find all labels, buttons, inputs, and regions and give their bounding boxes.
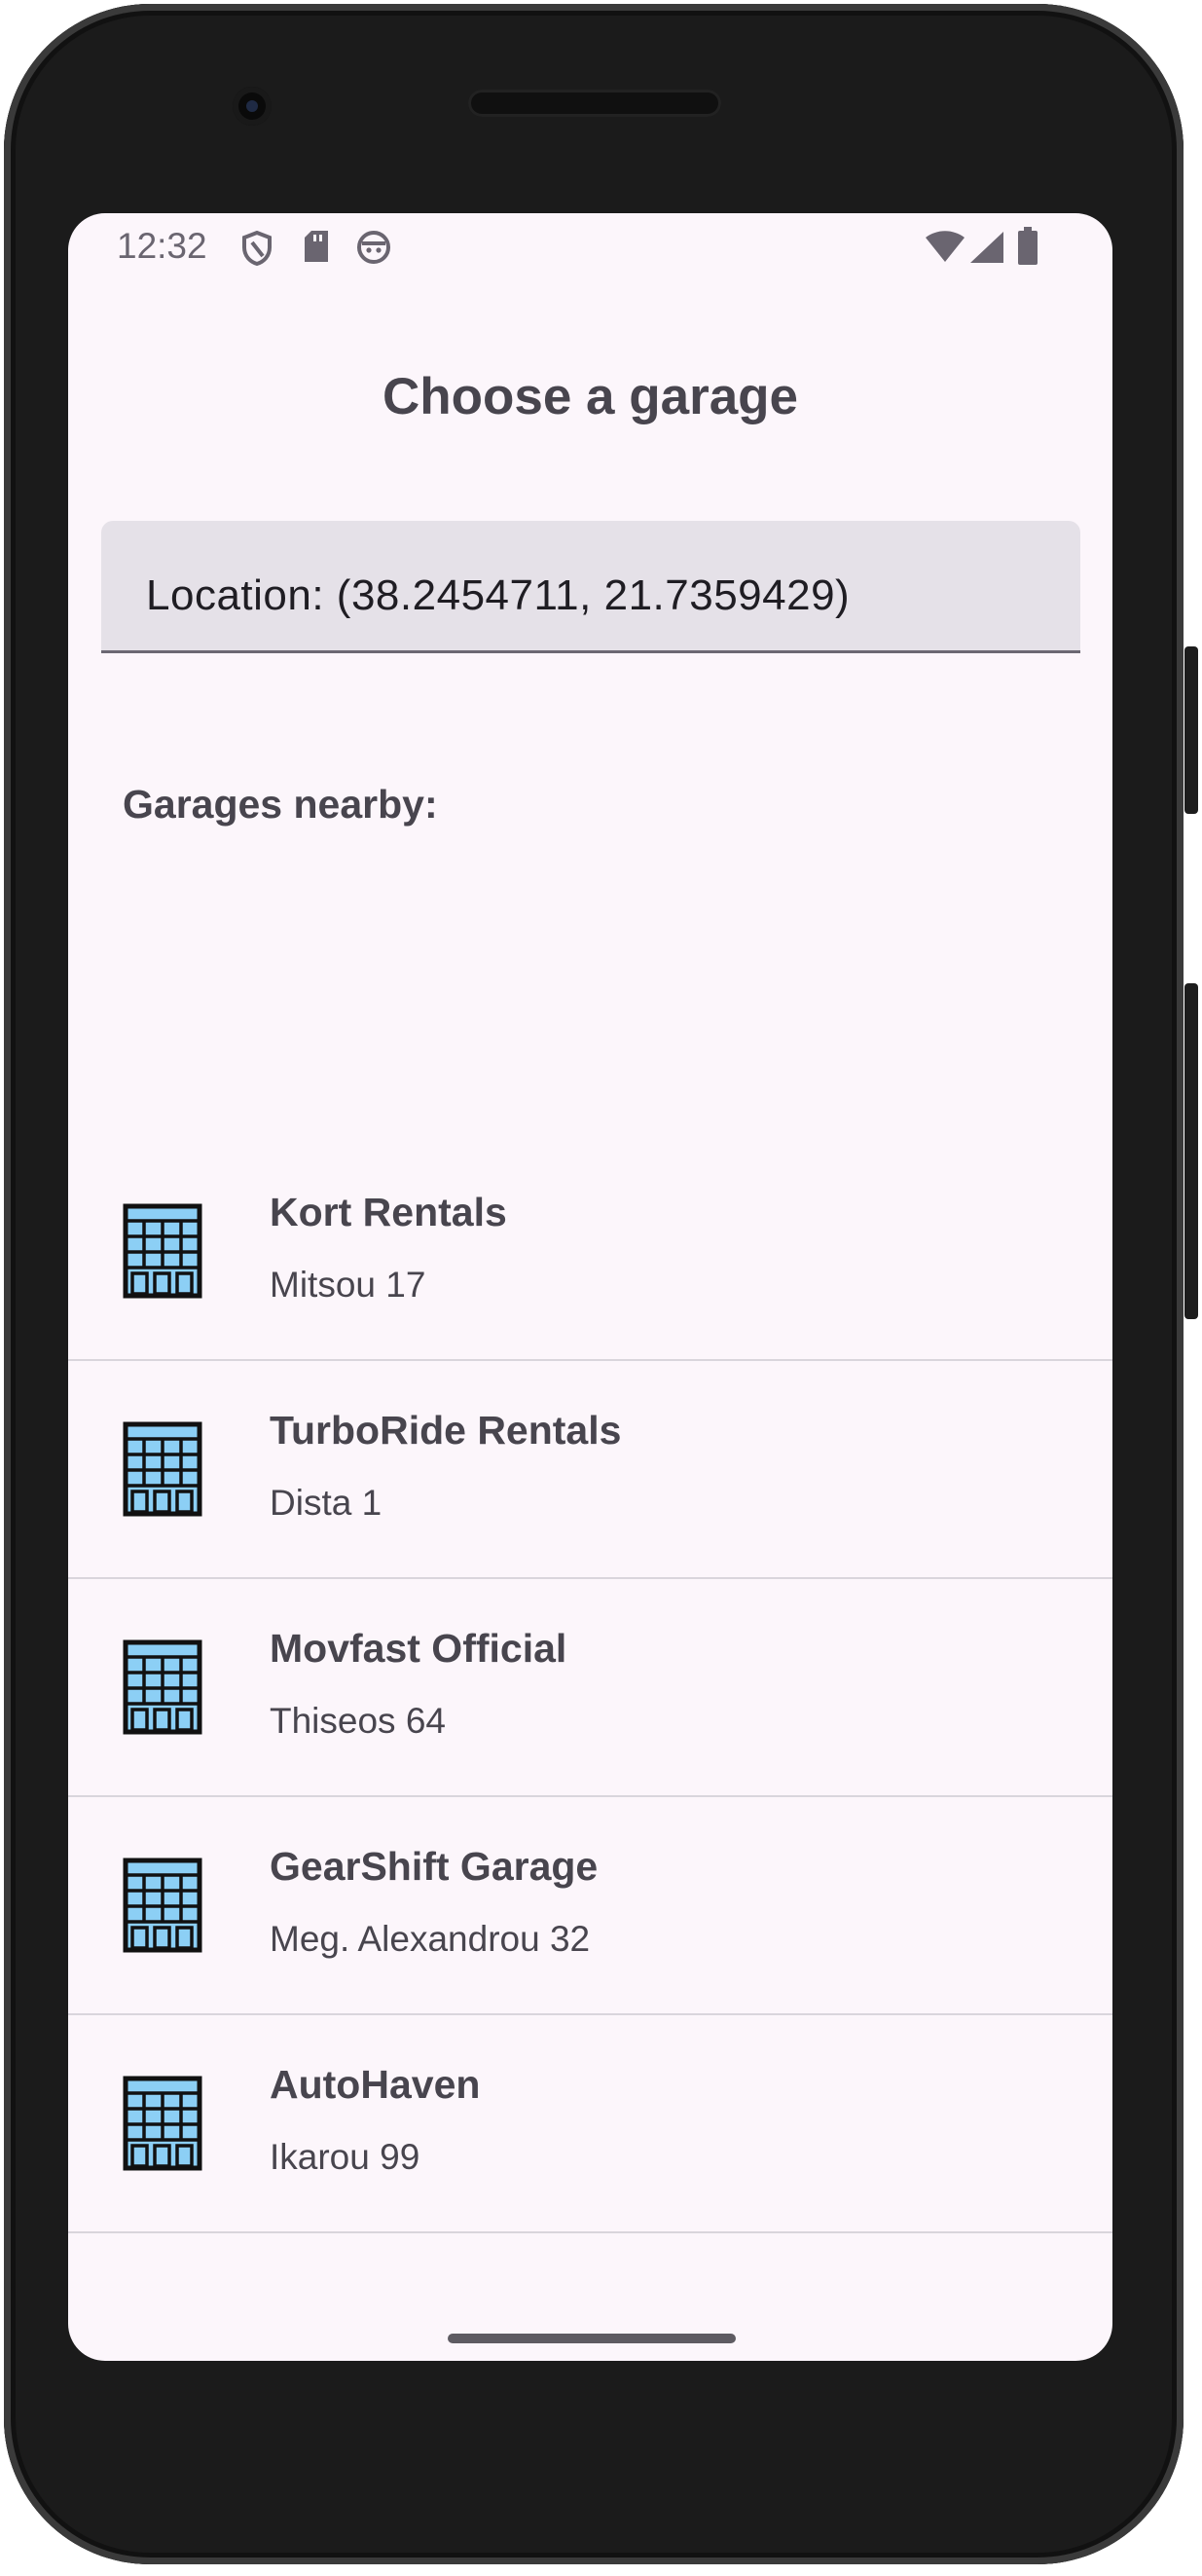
sd-card-icon (305, 231, 328, 262)
garage-list-item[interactable]: TurboRide Rentals Dista 1 (68, 1361, 1112, 1579)
garage-name: TurboRide Rentals (270, 1408, 622, 1453)
building-icon (123, 1639, 202, 1735)
building-icon (123, 2076, 202, 2171)
garage-list-item[interactable]: GearShift Garage Meg. Alexandrou 32 (68, 1797, 1112, 2015)
front-camera (233, 87, 272, 126)
android-face-icon (357, 231, 390, 264)
garage-name: Kort Rentals (270, 1190, 507, 1234)
volume-button (1184, 983, 1198, 1319)
status-time: 12:32 (117, 226, 207, 266)
garage-list-item[interactable]: AutoHaven Ikarou 99 (68, 2015, 1112, 2233)
battery-icon (1018, 227, 1038, 265)
garage-address: Thiseos 64 (270, 1701, 446, 1741)
garage-list-item[interactable]: Movfast Official Thiseos 64 (68, 1579, 1112, 1797)
garage-name: AutoHaven (270, 2062, 481, 2107)
garage-address: Dista 1 (270, 1483, 382, 1523)
garage-address: Ikarou 99 (270, 2137, 420, 2177)
power-button (1184, 646, 1198, 814)
building-icon (123, 1858, 202, 1953)
garage-list-item[interactable]: Kort Rentals Mitsou 17 (68, 1143, 1112, 1361)
building-icon (123, 1421, 202, 1517)
signal-icon (970, 232, 1003, 263)
location-field-value: Location: (38.2454711, 21.7359429) (146, 571, 851, 619)
status-bar: 12:32 (68, 213, 1112, 281)
garage-address: Meg. Alexandrou 32 (270, 1919, 591, 1959)
building-icon (123, 1203, 202, 1299)
earpiece-speaker (468, 90, 721, 117)
garage-address: Mitsou 17 (270, 1265, 426, 1305)
home-indicator[interactable] (448, 2334, 736, 2343)
garage-name: GearShift Garage (270, 1844, 599, 1889)
garage-name: Movfast Official (270, 1626, 567, 1671)
wifi-icon (926, 231, 965, 262)
garages-section-label: Garages nearby: (123, 782, 438, 827)
garage-list: Kort Rentals Mitsou 17 TurboRide Rentals… (68, 1143, 1112, 2233)
app-screen: 12:32 Choose a garage Location: (38.2454… (68, 213, 1112, 2361)
page-title: Choose a garage (382, 368, 799, 425)
shield-icon (242, 231, 272, 266)
location-field[interactable]: Location: (38.2454711, 21.7359429) (101, 521, 1080, 653)
